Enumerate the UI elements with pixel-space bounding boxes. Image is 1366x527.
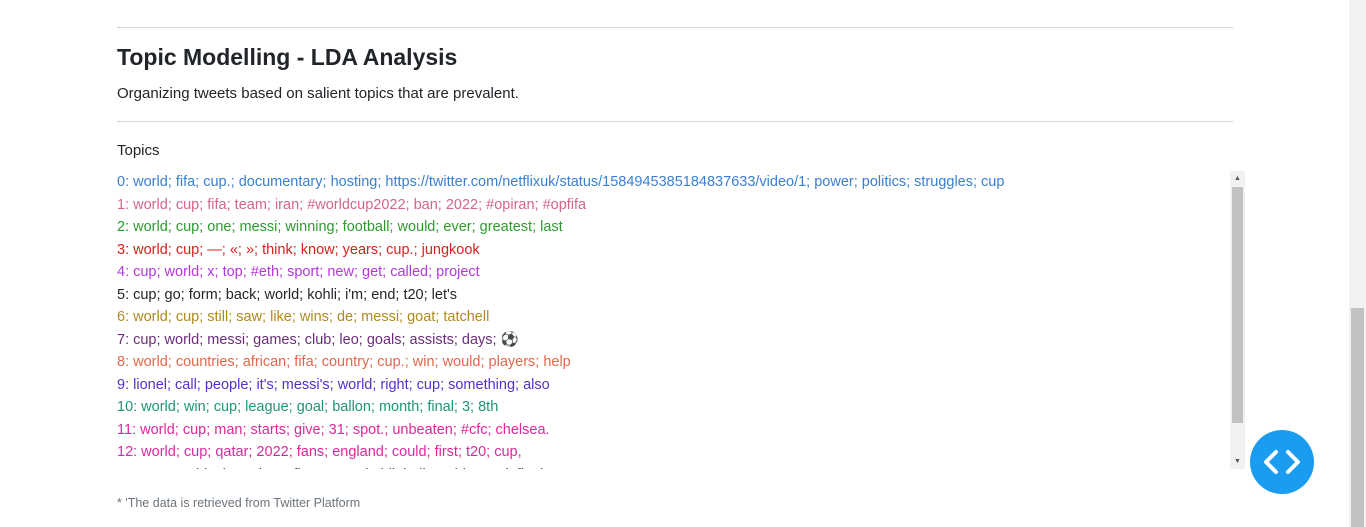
page-scrollbar[interactable]: [1349, 0, 1366, 527]
topic-row: 11: world; cup; man; starts; give; 31; s…: [117, 421, 550, 438]
topic-row: 3: world; cup; —; «; »; think; know; yea…: [117, 241, 480, 258]
page-title: Topic Modelling - LDA Analysis: [117, 44, 458, 70]
code-toggle-button[interactable]: [1250, 430, 1314, 494]
topic-row: 10: world; win; cup; league; goal; ballo…: [117, 399, 499, 415]
topic-row: 2: world; cup; one; messi; winning; foot…: [117, 219, 563, 235]
topic-row: 6: world; cup; still; saw; like; wins; d…: [117, 309, 490, 325]
topics-scroll-box[interactable]: 0: world; fifa; cup.; documentary; hosti…: [117, 171, 1245, 469]
page-subtitle: Organizing tweets based on salient topic…: [117, 85, 519, 102]
topic-row: 0: world; fifa; cup.; documentary; hosti…: [117, 174, 1005, 190]
topic-row: 9: lionel; call; people; it's; messi's; …: [117, 376, 550, 393]
page-scrollbar-thumb[interactable]: [1351, 308, 1364, 527]
divider-middle: [117, 121, 1233, 122]
topic-row: 4: cup; world; x; top; #eth; sport; new;…: [117, 264, 480, 280]
scroll-down-arrow-icon[interactable]: ▼: [1230, 454, 1245, 469]
topics-label: Topics: [117, 142, 160, 159]
footnote: * 'The data is retrieved from Twitter Pl…: [117, 496, 361, 510]
code-icon: [1264, 450, 1300, 474]
topic-row: 13: cup; world; champions; first; team; …: [117, 464, 1225, 470]
topic-row: 7: cup; world; messi; games; club; leo; …: [117, 331, 519, 348]
topic-list: 0: world; fifa; cup.; documentary; hosti…: [117, 171, 1225, 469]
topic-row: 5: cup; go; form; back; world; kohli; i'…: [117, 286, 457, 303]
topic-row: 8: world; countries; african; fifa; coun…: [117, 354, 571, 370]
divider-top: [117, 27, 1233, 28]
topics-scrollbar-thumb[interactable]: [1232, 187, 1243, 423]
topics-scrollbar[interactable]: ▲ ▼: [1230, 171, 1245, 469]
topic-row: 1: world; cup; fifa; team; iran; #worldc…: [117, 196, 587, 213]
scroll-up-arrow-icon[interactable]: ▲: [1230, 171, 1245, 186]
topic-row: 12: world; cup; qatar; 2022; fans; engla…: [117, 444, 522, 460]
